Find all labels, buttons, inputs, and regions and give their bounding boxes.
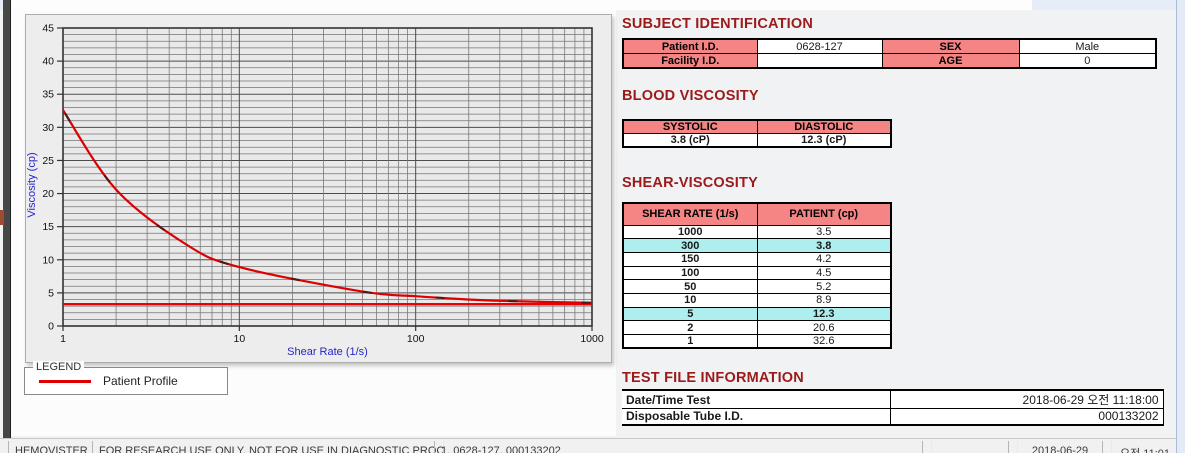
table-cell: 32.6 — [756, 334, 892, 349]
table-cell: Disposable Tube I.D. — [626, 409, 744, 424]
table-header-cell: SYSTOLIC — [622, 119, 758, 134]
table-cell: 4.5 — [756, 265, 892, 281]
svg-text:0: 0 — [48, 321, 54, 333]
chart-canvas: 0 5 10 15 20 25 30 35 40 45 1 10 100 1000 Shear Rate (… — [26, 23, 604, 359]
svg-text:30: 30 — [42, 122, 54, 134]
svg-text:15: 15 — [42, 221, 54, 233]
table-row: 2 20.6 — [622, 320, 892, 335]
table-cell: 50 — [622, 279, 758, 294]
status-date: 2018-06-29 — [1008, 441, 1112, 453]
table-row: 100 4.5 — [622, 265, 892, 281]
table-header-cell: PATIENT (cp) — [756, 202, 892, 226]
table-row: 3.8 (cP) 12.3 (cP) — [622, 133, 892, 148]
svg-text:20: 20 — [42, 188, 54, 200]
test-file-information-heading: TEST FILE INFORMATION — [622, 370, 804, 386]
table-row: SHEAR RATE (1/s) PATIENT (cp) — [622, 202, 892, 226]
window-left-edge — [3, 0, 11, 453]
svg-text:100: 100 — [407, 333, 425, 345]
table-cell: 4.2 — [756, 251, 892, 267]
test-file-information-table: Date/Time Test 2018-06-29 오전 11:18:00 Disp… — [622, 389, 1164, 426]
table-cell: 1000 — [622, 224, 758, 240]
table-cell: 5 — [622, 306, 758, 322]
table-header-cell: SEX — [881, 38, 1020, 54]
legend-series-label: Patient Profile — [103, 374, 178, 388]
table-cell: Date/Time Test — [622, 390, 890, 409]
table-header-cell: Facility I.D. — [622, 53, 758, 69]
shear-viscosity-chart: 0 5 10 15 20 25 30 35 40 45 1 10 100 1000 Shear Rate (… — [25, 14, 612, 363]
table-cell: 000133202 — [889, 408, 1163, 425]
viscosity-report-window: 0 5 10 15 20 25 30 35 40 45 1 10 100 1000 Shear Rate (… — [0, 0, 1185, 453]
table-header-cell: SHEAR RATE (1/s) — [622, 202, 758, 226]
status-device-name: HEMOVISTER — [8, 441, 102, 453]
svg-text:10: 10 — [42, 254, 54, 266]
svg-text:25: 25 — [42, 155, 54, 167]
table-row: 150 4.2 — [622, 251, 892, 267]
blood-viscosity-heading: BLOOD VISCOSITY — [622, 88, 759, 104]
window-right-edge — [1176, 0, 1185, 453]
table-row: 1000 3.5 — [622, 224, 892, 240]
table-header-cell: Patient I.D. — [622, 38, 758, 54]
table-cell: Male — [1018, 38, 1157, 54]
table-cell: 2018-06-29 오전 11:18:00 — [889, 390, 1163, 409]
table-cell: 20.6 — [756, 320, 892, 335]
status-empty-cell — [922, 441, 1018, 453]
shear-viscosity-table: SHEAR RATE (1/s) PATIENT (cp) 1000 3.5 300 3.… — [622, 202, 892, 350]
status-file-info: 1. 0628-127, 000133202 — [434, 441, 932, 453]
table-header-cell: DIASTOLIC — [756, 119, 892, 134]
table-cell: 12.3 (cP) — [756, 133, 892, 148]
window-edge-mark — [0, 210, 4, 225]
shear-viscosity-heading: SHEAR-VISCOSITY — [622, 175, 758, 191]
table-cell: 1 — [622, 334, 758, 349]
svg-text:10: 10 — [233, 333, 245, 345]
table-cell — [756, 53, 883, 69]
table-row: 50 5.2 — [622, 279, 892, 294]
table-cell: 0628-127 — [756, 38, 883, 54]
status-time: 오전 11:01 — [1102, 441, 1185, 453]
subject-identification-heading: SUBJECT IDENTIFICATION — [622, 16, 814, 32]
status-bar: HEMOVISTER FOR RESEARCH USE ONLY. NOT FO… — [0, 438, 1185, 453]
table-row: 10 8.9 — [622, 292, 892, 308]
table-row: Patient I.D. 0628-127 SEX Male — [622, 38, 1157, 54]
table-cell: 2 — [622, 320, 758, 335]
status-disclaimer: FOR RESEARCH USE ONLY. NOT FOR USE IN DI… — [92, 441, 444, 453]
chart-legend: LEGEND Patient Profile — [24, 361, 228, 395]
patient-profile-line-sample — [39, 380, 91, 383]
table-cell: 3.8 — [756, 238, 892, 253]
svg-text:1000: 1000 — [580, 333, 604, 345]
table-cell: 150 — [622, 251, 758, 267]
svg-text:Shear Rate (1/s): Shear Rate (1/s) — [287, 346, 368, 358]
svg-text:45: 45 — [42, 23, 54, 35]
table-cell: 300 — [622, 238, 758, 253]
table-cell: 3.5 — [756, 224, 892, 240]
table-row: Disposable Tube I.D. 000133202 — [622, 408, 1163, 425]
table-row: SYSTOLIC DIASTOLIC — [622, 119, 892, 134]
table-cell: 100 — [622, 265, 758, 281]
table-row: 1 32.6 — [622, 334, 892, 349]
table-row: Facility I.D. AGE 0 — [622, 53, 1157, 69]
table-row: Date/Time Test 2018-06-29 오전 11:18:00 — [622, 390, 1163, 409]
table-cell: 3.8 (cP) — [622, 133, 758, 148]
table-cell: 10 — [622, 292, 758, 308]
report-details: SUBJECT IDENTIFICATION Patient I.D. 0628-… — [622, 0, 1167, 437]
svg-text:40: 40 — [42, 56, 54, 68]
svg-text:5: 5 — [48, 287, 54, 299]
table-cell: 12.3 — [756, 306, 892, 322]
subject-identification-table: Patient I.D. 0628-127 SEX Male Facility I.D.… — [622, 38, 1157, 69]
table-cell: 0 — [1018, 53, 1157, 69]
svg-text:1: 1 — [60, 333, 66, 345]
svg-text:35: 35 — [42, 89, 54, 101]
table-cell: 5.2 — [756, 279, 892, 294]
blood-viscosity-table: SYSTOLIC DIASTOLIC 3.8 (cP) 12.3 (cP) — [622, 119, 892, 148]
table-header-cell: AGE — [881, 53, 1020, 69]
svg-text:Viscosity (cp): Viscosity (cp) — [26, 152, 38, 217]
legend-box-label: LEGEND — [33, 361, 85, 373]
table-cell: 8.9 — [756, 292, 892, 308]
table-row: 5 12.3 — [622, 306, 892, 322]
table-row: 300 3.8 — [622, 238, 892, 253]
